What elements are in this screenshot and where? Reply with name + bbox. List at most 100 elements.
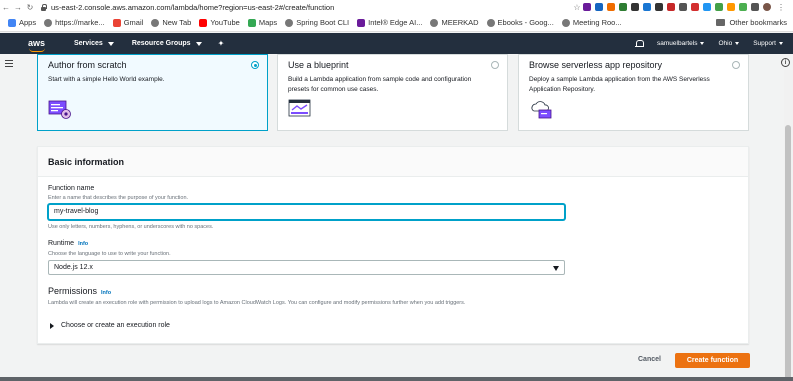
bookmark-label: Maps [258, 18, 278, 27]
option-description: Start with a simple Hello World example. [48, 76, 165, 83]
bookmark-label: New Tab [162, 18, 192, 27]
bookmark-label: Meeting Roo... [572, 18, 622, 27]
panel-title: Basic information [38, 147, 748, 177]
forward-icon[interactable]: → [12, 3, 24, 12]
pin-icon[interactable]: ✦ [218, 39, 225, 48]
extension-icon[interactable] [667, 3, 675, 11]
extension-icon[interactable] [679, 3, 687, 11]
nav-right: samuelbartels Ohio Support [635, 39, 783, 48]
caret-right-icon [50, 322, 54, 329]
bookmark-label: MEERKAD [441, 18, 479, 27]
bookmark-label: Intel® Edge AI... [368, 18, 423, 27]
extension-icon[interactable] [727, 3, 735, 11]
option-title: Use a blueprint [288, 60, 349, 70]
other-bookmarks[interactable]: Other bookmarks [716, 18, 787, 27]
bookmark-label: https://marke... [55, 18, 105, 27]
globe-icon [151, 18, 160, 27]
resource-groups-label: Resource Groups [131, 40, 191, 47]
option-browse-serverless[interactable]: Browse serverless app repository Deploy … [518, 54, 749, 131]
extension-icon[interactable] [691, 3, 699, 11]
bookmark-item[interactable]: New Tab [151, 18, 191, 27]
services-menu[interactable]: Services [74, 40, 114, 47]
runtime-selected-value: Node.js 12.x [54, 264, 93, 271]
intel-icon [357, 18, 366, 27]
bookmarks-bar: Apps https://marke... Gmail New Tab YouT… [0, 14, 793, 32]
runtime-info-link[interactable]: Info [78, 241, 88, 247]
function-name-input[interactable]: my-travel-blog [48, 204, 565, 220]
bookmark-item[interactable]: Maps [247, 18, 278, 27]
bookmark-label: Gmail [123, 18, 144, 27]
globe-icon [285, 18, 294, 27]
bookmark-item[interactable]: Spring Boot CLI [285, 18, 349, 27]
bookmark-item[interactable]: Ebooks - Goog... [486, 18, 554, 27]
aws-top-nav: aws Services Resource Groups ✦ samuelbar… [0, 33, 793, 54]
code-window-icon [48, 100, 71, 119]
resource-groups-menu[interactable]: Resource Groups [132, 40, 202, 47]
permissions-title-text: Permissions [48, 286, 98, 296]
extension-icon[interactable] [619, 3, 627, 11]
extension-icon[interactable] [583, 3, 591, 11]
create-function-button[interactable]: Create function [675, 353, 750, 368]
region-menu[interactable]: Ohio [718, 40, 740, 47]
chevron-down-icon [700, 42, 705, 45]
execution-role-expander[interactable]: Choose or create an execution role [50, 322, 170, 329]
bookmark-item[interactable]: Intel® Edge AI... [357, 18, 422, 27]
globe-icon [561, 18, 570, 27]
bookmark-item[interactable]: YouTube [199, 18, 240, 27]
account-menu[interactable]: samuelbartels [657, 40, 705, 47]
scrollbar[interactable] [784, 70, 793, 380]
youtube-icon [199, 18, 208, 27]
extension-icon[interactable] [631, 3, 639, 11]
extension-icon[interactable] [655, 3, 663, 11]
function-name-rule: Use only letters, numbers, hyphens, or u… [48, 224, 214, 230]
cancel-button[interactable]: Cancel [638, 356, 661, 363]
bookmark-label: YouTube [210, 18, 240, 27]
support-menu[interactable]: Support [753, 40, 783, 47]
radio-button[interactable] [251, 61, 259, 69]
permissions-info-link[interactable]: Info [101, 290, 111, 296]
extension-icon[interactable] [607, 3, 615, 11]
profile-avatar-icon[interactable] [763, 3, 771, 11]
logo-text: aws [28, 38, 46, 48]
folder-icon [716, 19, 726, 26]
runtime-select[interactable]: Node.js 12.x [48, 260, 565, 275]
extension-icon[interactable] [643, 3, 651, 11]
bookmark-apps[interactable]: Apps [8, 18, 36, 27]
star-icon[interactable]: ☆ [571, 3, 583, 12]
radio-button[interactable] [491, 61, 499, 69]
browser-address-bar: ← → ↻ us-east-2.console.aws.amazon.com/l… [0, 0, 793, 14]
extension-icon[interactable] [595, 3, 603, 11]
bookmark-item[interactable]: Meeting Roo... [561, 18, 622, 27]
basic-information-panel: Basic information Function name Enter a … [37, 146, 749, 344]
services-label: Services [74, 40, 103, 47]
dropdown-caret-icon [553, 266, 559, 271]
reload-icon[interactable]: ↻ [24, 3, 36, 12]
aws-logo[interactable]: aws [28, 38, 48, 52]
globe-icon [486, 18, 495, 27]
extension-icon[interactable] [751, 3, 759, 11]
radio-button[interactable] [732, 61, 740, 69]
bookmark-item[interactable]: https://marke... [44, 18, 105, 27]
lock-icon [40, 3, 47, 11]
bell-icon[interactable] [635, 39, 645, 48]
maps-icon [247, 18, 256, 27]
menu-dots-icon[interactable]: ⋮ [775, 3, 787, 12]
region-label: Ohio [718, 40, 733, 47]
cloud-repository-icon [531, 101, 552, 119]
url-field[interactable]: us-east-2.console.aws.amazon.com/lambda/… [40, 3, 571, 12]
back-icon[interactable]: ← [0, 3, 12, 12]
blueprint-icon [288, 99, 311, 117]
scrollbar-thumb[interactable] [785, 125, 791, 380]
function-name-hint: Enter a name that describes the purpose … [48, 195, 189, 201]
option-author-from-scratch[interactable]: Author from scratch Start with a simple … [37, 54, 268, 131]
bookmark-item[interactable]: Gmail [112, 18, 144, 27]
globe-icon [430, 18, 439, 27]
option-use-blueprint[interactable]: Use a blueprint Build a Lambda applicati… [277, 54, 508, 131]
extension-icon[interactable] [703, 3, 711, 11]
runtime-label-text: Runtime [48, 240, 75, 247]
bookmark-item[interactable]: MEERKAD [430, 18, 479, 27]
extension-icon[interactable] [739, 3, 747, 11]
apps-grid-icon [8, 18, 16, 27]
extension-icons: ⋮ [583, 3, 787, 12]
extension-icon[interactable] [715, 3, 723, 11]
